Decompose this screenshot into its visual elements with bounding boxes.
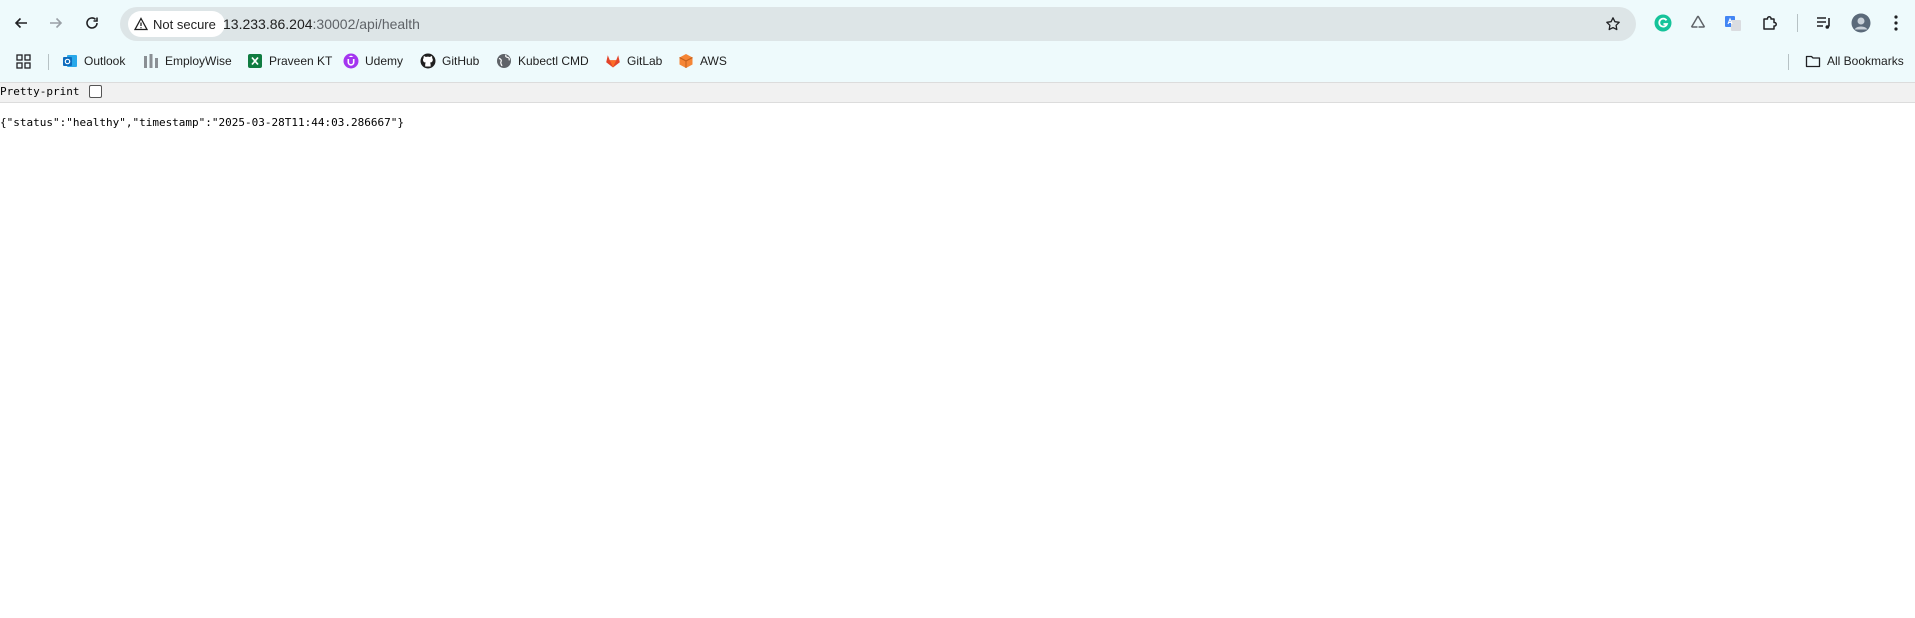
bookmarks-divider	[48, 54, 49, 70]
more-vert-icon	[1894, 15, 1898, 31]
forward-button[interactable]	[44, 11, 68, 35]
recycle-icon	[1690, 15, 1706, 28]
puzzle-icon	[1763, 16, 1777, 30]
bookmark-employwise[interactable]: EmployWise	[143, 50, 232, 72]
profile-button[interactable]	[1850, 12, 1872, 34]
pretty-print-bar: Pretty-print	[0, 82, 1915, 103]
browser-toolbar: Not secure 13.233.86.204:30002/api/healt…	[0, 0, 1915, 46]
queue-music-icon	[1817, 17, 1830, 29]
arrow-left-icon	[14, 17, 27, 29]
reload-icon	[86, 17, 98, 29]
all-bookmarks-button[interactable]: All Bookmarks	[1805, 50, 1904, 72]
bookmark-label: GitHub	[442, 54, 480, 68]
bookmark-github[interactable]: GitHub	[420, 50, 479, 72]
bookmark-aws[interactable]: AWS	[678, 50, 727, 72]
grammarly-icon	[1654, 14, 1672, 32]
bookmark-label: Praveen KT	[269, 54, 333, 68]
browser-menu-button[interactable]	[1885, 12, 1907, 34]
bookmark-label: AWS	[700, 54, 727, 68]
url-text[interactable]: 13.233.86.204:30002/api/health	[223, 7, 420, 41]
toolbar-divider	[1797, 14, 1798, 32]
avatar	[1851, 13, 1871, 33]
bookmark-gitlab[interactable]: GitLab	[605, 50, 662, 72]
bookmark-label: Kubectl CMD	[518, 54, 589, 68]
bookmark-star-button[interactable]	[1602, 13, 1624, 35]
apps-grid-icon	[15, 53, 31, 69]
bookmark-label: EmployWise	[165, 54, 232, 68]
extensions-button[interactable]	[1759, 12, 1781, 34]
bookmarks-bar: Outlook EmployWise Praveen KT Udemy GitH…	[0, 48, 1915, 74]
back-button[interactable]	[9, 11, 33, 35]
google-translate-icon	[1725, 16, 1741, 31]
json-response-text: {"status":"healthy","timestamp":"2025-03…	[0, 116, 404, 129]
security-chip[interactable]: Not secure	[128, 11, 225, 37]
url-host: 13.233.86.204	[223, 16, 313, 32]
outlook-icon	[62, 53, 78, 69]
pretty-print-label: Pretty-print	[0, 85, 80, 98]
bookmarks-divider-right	[1788, 54, 1789, 70]
udemy-icon	[343, 53, 359, 69]
gitlab-icon	[605, 53, 621, 69]
arrow-right-icon	[50, 17, 63, 29]
reload-button[interactable]	[80, 11, 104, 35]
security-label: Not secure	[153, 16, 216, 32]
all-bookmarks-label: All Bookmarks	[1827, 54, 1904, 68]
address-bar[interactable]: Not secure 13.233.86.204:30002/api/healt…	[120, 7, 1636, 41]
aws-icon	[678, 53, 694, 69]
github-icon	[420, 53, 436, 69]
recycle-extension[interactable]	[1687, 12, 1709, 34]
star-icon	[1606, 17, 1620, 31]
employwise-icon	[143, 53, 159, 69]
apps-button[interactable]	[15, 50, 31, 72]
warning-icon	[134, 17, 148, 31]
bookmark-label: Outlook	[84, 54, 126, 68]
excel-icon	[247, 53, 263, 69]
folder-icon	[1805, 53, 1821, 69]
bookmark-label: GitLab	[627, 54, 663, 68]
translate-extension[interactable]	[1722, 12, 1744, 34]
bookmark-label: Udemy	[365, 54, 404, 68]
bookmark-kubectl-cmd[interactable]: Kubectl CMD	[496, 50, 589, 72]
bookmark-outlook[interactable]: Outlook	[62, 50, 125, 72]
bookmark-udemy[interactable]: Udemy	[343, 50, 403, 72]
grammarly-extension[interactable]	[1652, 12, 1674, 34]
media-control-button[interactable]	[1813, 12, 1835, 34]
globe-icon	[496, 53, 512, 69]
pretty-print-checkbox[interactable]	[89, 85, 102, 98]
bookmark-praveen-kt[interactable]: Praveen KT	[247, 50, 332, 72]
url-path: :30002/api/health	[312, 16, 420, 32]
